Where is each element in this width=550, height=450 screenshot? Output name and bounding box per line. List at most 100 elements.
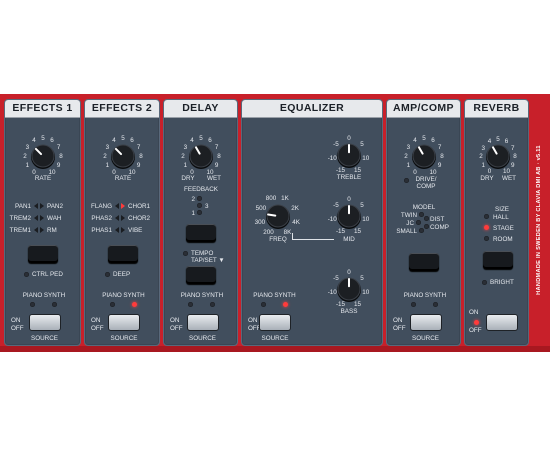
delay-wet-label: WET xyxy=(207,175,221,182)
eq-freq-label: FREQ xyxy=(269,236,287,243)
fx1-rate-label: RATE xyxy=(34,175,52,182)
delay-piano-led xyxy=(188,302,193,307)
fx1-pan1-arrow xyxy=(34,203,38,209)
reverb-size-button[interactable] xyxy=(483,251,513,269)
delay-source-label: SOURCE xyxy=(189,335,216,342)
reverb-panel: REVERB 0 1 2 3 4 5 6 7 8 9 10 DRY WET SIZE HALL STAGE ROO… xyxy=(464,99,529,346)
fx2-chor2-arrow xyxy=(121,215,125,221)
eq-piano-led xyxy=(260,302,266,307)
fx1-synth-label: SYNTH xyxy=(43,292,66,299)
fx1-piano-label: PIANO xyxy=(22,292,43,299)
fx1-rate-knob[interactable] xyxy=(29,142,57,170)
eq-bass-knob[interactable] xyxy=(335,275,363,303)
amp-drive-scale-9: 9 xyxy=(437,162,442,169)
amp-synth-label: SYNTH xyxy=(424,292,447,299)
amp-source-label: SOURCE xyxy=(412,335,439,342)
eq-treble-scale-p10: 10 xyxy=(362,154,370,162)
reverb-mix-knob[interactable] xyxy=(484,142,512,170)
eq-source-button[interactable] xyxy=(259,314,291,331)
delay-on-label: ON xyxy=(170,317,180,324)
reverb-dry-label: DRY xyxy=(480,175,494,182)
delay-tempo-label: TEMPO xyxy=(191,250,214,257)
eq-freq-knob[interactable] xyxy=(264,202,292,230)
delay-mix-scale-9: 9 xyxy=(214,162,219,169)
eq-treble-knob[interactable] xyxy=(335,141,363,169)
fx2-source-label: SOURCE xyxy=(110,335,138,342)
fx2-rate-scale-5: 5 xyxy=(121,135,125,142)
fx2-deep-led xyxy=(105,272,110,277)
amp-drive-scale-5: 5 xyxy=(422,135,426,142)
eq-on-label: ON xyxy=(248,317,258,324)
reverb-on-led xyxy=(474,320,479,325)
delay-tempo-led xyxy=(183,251,188,256)
fx2-source-button[interactable] xyxy=(108,314,140,331)
amp-source-button[interactable] xyxy=(409,314,442,331)
delay-fb2-label: 2 xyxy=(191,196,195,203)
fx2-phas2-label: PHAS2 xyxy=(91,215,112,222)
fx2-flang-label: FLANG xyxy=(91,203,112,210)
fx1-wah-arrow xyxy=(40,215,44,221)
eq-treble-label: TREBLE xyxy=(336,174,362,181)
eq-mid-knob[interactable] xyxy=(335,202,363,230)
fx2-chor1-label: CHOR1 xyxy=(128,203,151,210)
fx2-phas2-arrow xyxy=(115,215,119,221)
fx1-synth-led xyxy=(52,302,57,307)
fx1-source-button[interactable] xyxy=(28,314,61,331)
fx2-type-button[interactable] xyxy=(108,245,138,263)
amp-drive-scale-7: 7 xyxy=(437,144,442,151)
delay-source-button[interactable] xyxy=(186,314,219,331)
fx2-phas1-arrow xyxy=(115,227,119,233)
amp-drive-knob[interactable] xyxy=(410,142,438,170)
amp-drive-label2: COMP xyxy=(416,183,436,190)
fx1-trem2-label: TREM2 xyxy=(9,215,31,222)
effects2-panel: EFFECTS 2 0 1 2 3 4 5 6 7 8 9 10 RATE FLANG CHOR1 PHAS2… xyxy=(84,99,160,346)
fx1-source-label: SOURCE xyxy=(31,335,58,342)
eq-bass-label: BASS xyxy=(340,308,358,315)
delay-mix-scale-2: 2 xyxy=(181,153,185,160)
delay-mix-scale-5: 5 xyxy=(199,135,203,142)
amp-piano-led xyxy=(411,302,416,307)
reverb-stage-led xyxy=(484,225,489,230)
delay-mix-knob[interactable] xyxy=(187,142,215,170)
fx2-on-label: ON xyxy=(91,317,101,324)
amp-model-button[interactable] xyxy=(409,253,439,271)
fx1-rm-arrow xyxy=(40,227,44,233)
reverb-size-label: SIZE xyxy=(495,206,509,213)
fx1-ctrl-ped-label: CTRL PED xyxy=(32,271,63,278)
equalizer-title: EQUALIZER xyxy=(279,102,345,114)
reverb-header: REVERB xyxy=(465,100,528,118)
delay-fb3-label: 3 xyxy=(205,203,209,210)
equalizer-header: EQUALIZER xyxy=(242,100,382,118)
effects1-title: EFFECTS 1 xyxy=(12,102,73,114)
reverb-on-off-button[interactable] xyxy=(486,314,518,331)
reverb-stage-label: STAGE xyxy=(493,225,514,232)
delay-mix-scale-8: 8 xyxy=(217,153,221,160)
eq-link-line xyxy=(292,239,334,240)
fx2-deep-label: DEEP xyxy=(113,271,131,278)
reverb-hall-led xyxy=(484,214,489,219)
fx2-phas1-label: PHAS1 xyxy=(91,227,112,234)
fx2-piano-led xyxy=(109,302,115,307)
delay-feedback-button[interactable] xyxy=(186,224,216,242)
delay-mix-scale-7: 7 xyxy=(214,144,219,151)
reverb-room-label: ROOM xyxy=(493,236,513,243)
fx2-piano-label: PIANO xyxy=(102,292,122,299)
fx2-rate-scale-8: 8 xyxy=(139,153,143,160)
delay-header: DELAY xyxy=(164,100,237,118)
fx1-pan2-arrow xyxy=(40,203,44,209)
delay-tap-button[interactable] xyxy=(186,266,216,284)
delay-synth-led xyxy=(210,302,215,307)
fx2-rate-scale-2: 2 xyxy=(103,153,107,160)
fx2-synth-label: SYNTH xyxy=(123,292,145,299)
amp-twin-led xyxy=(419,212,424,217)
fx1-type-button[interactable] xyxy=(28,245,58,263)
amp-jc-led xyxy=(416,220,421,225)
eq-freq-scale-f4k: 4K xyxy=(292,218,300,226)
amp-drive-led xyxy=(404,178,409,183)
amp-drive-label1: DRIVE/ xyxy=(415,176,437,183)
delay-piano-label: PIANO xyxy=(180,292,201,299)
delay-fb2-led xyxy=(197,196,202,201)
fx1-rate-scale-8: 8 xyxy=(59,153,63,160)
fx2-rate-knob[interactable] xyxy=(109,142,137,170)
reverb-wet-label: WET xyxy=(502,175,516,182)
